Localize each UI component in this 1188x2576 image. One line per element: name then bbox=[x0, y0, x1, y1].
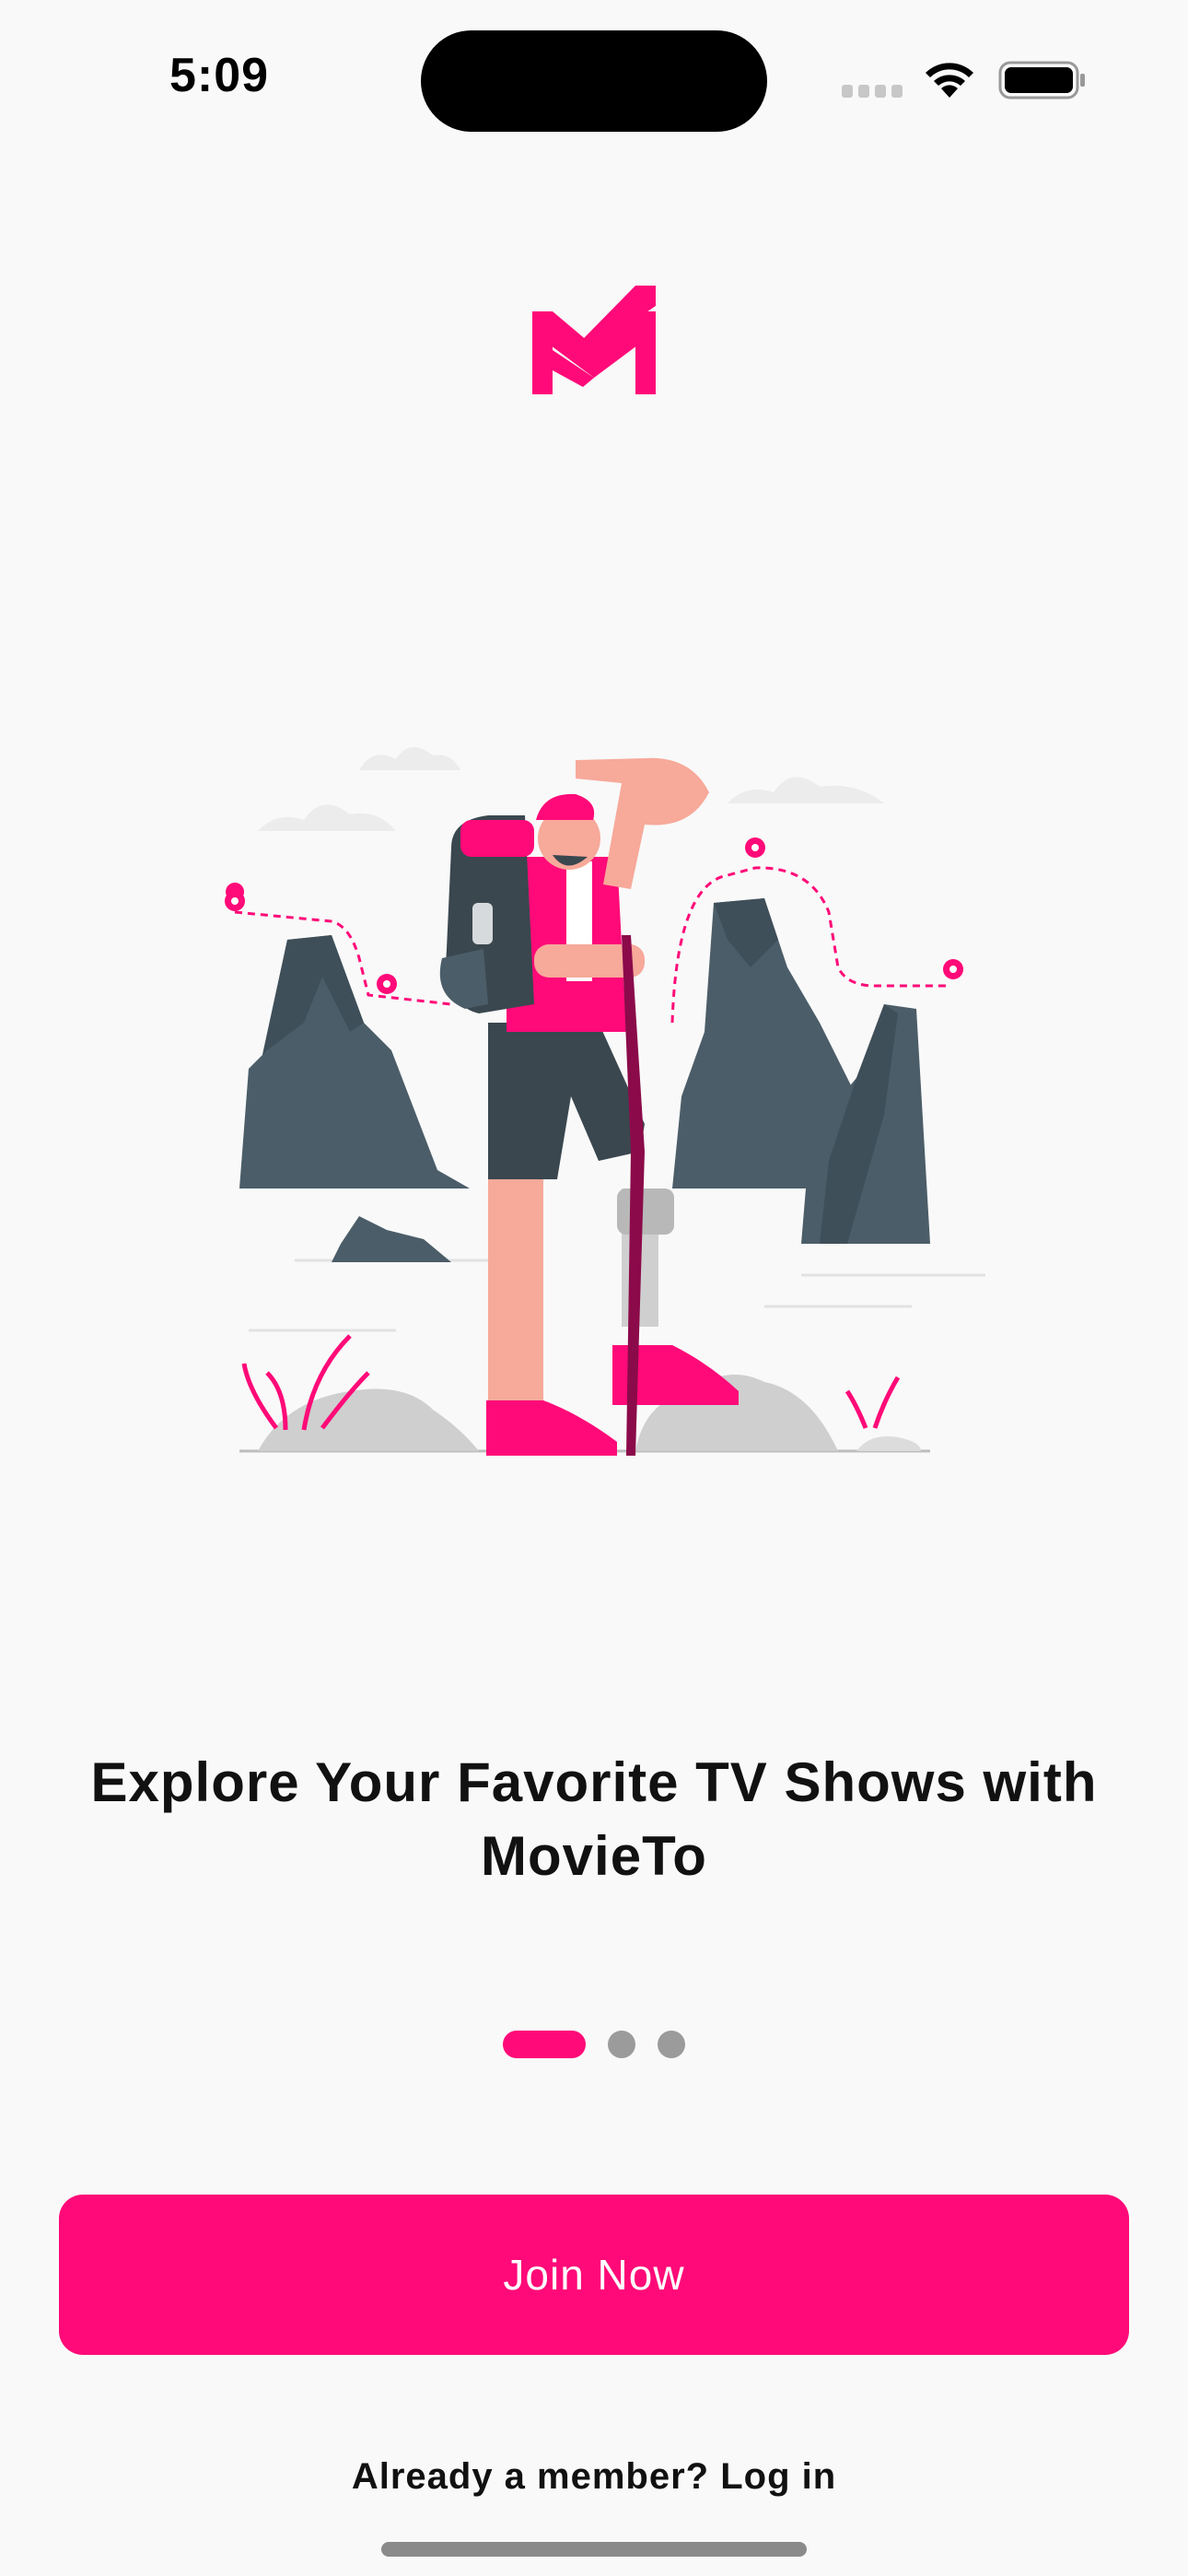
hiker-with-backpack-illustration bbox=[225, 746, 985, 1456]
page-dot-1[interactable] bbox=[503, 2031, 586, 2058]
page-indicator bbox=[0, 2031, 1188, 2058]
cellular-signal-icon bbox=[842, 85, 903, 98]
dynamic-island bbox=[421, 30, 767, 132]
movieto-logo-icon bbox=[532, 286, 656, 394]
battery-icon bbox=[998, 61, 1085, 100]
join-now-button[interactable]: Join Now bbox=[59, 2195, 1129, 2355]
home-indicator[interactable] bbox=[381, 2542, 807, 2557]
page-dot-2[interactable] bbox=[608, 2031, 635, 2058]
wifi-icon bbox=[926, 63, 973, 98]
onboarding-headline: Explore Your Favorite TV Shows with Movi… bbox=[90, 1751, 1098, 1887]
page-dot-3[interactable] bbox=[658, 2031, 685, 2058]
login-link[interactable]: Already a member? Log in bbox=[0, 2456, 1188, 2498]
status-time: 5:09 bbox=[169, 49, 270, 102]
